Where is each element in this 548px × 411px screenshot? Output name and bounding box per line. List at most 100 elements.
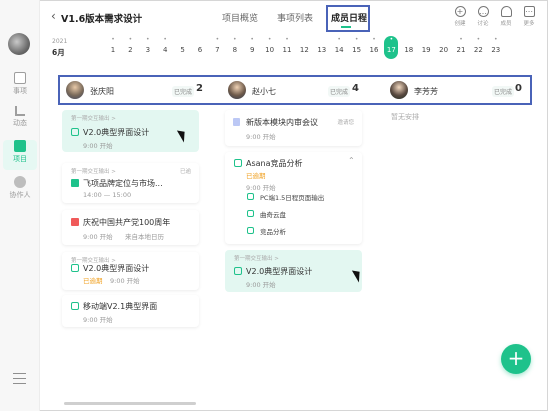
sidebar-item-collaborators[interactable]: 协作人: [3, 176, 37, 206]
year-label: 2021: [52, 38, 68, 45]
day-cell[interactable]: • 11: [280, 36, 294, 54]
day-cell[interactable]: • 22: [471, 36, 485, 54]
back-icon[interactable]: ‹: [51, 9, 56, 23]
add-task-fab[interactable]: +: [501, 344, 531, 374]
document-icon: [233, 118, 240, 126]
event-card[interactable]: 庆祝中国共产党100周年 9:00 开始 来自本地日历: [62, 210, 199, 245]
day-cell[interactable]: • 2: [123, 36, 137, 54]
task-card-with-subtasks[interactable]: Asana竞品分析 ⌃ 已逾期 9:00 开始 PC端1.5日程页面输出 曲奇云…: [225, 152, 362, 244]
day-cell[interactable]: • 16: [367, 36, 381, 54]
day-number: 23: [491, 46, 501, 54]
members-button[interactable]: 成员: [495, 6, 517, 27]
day-marker: [419, 36, 433, 44]
day-cell[interactable]: • 21: [454, 36, 468, 54]
more-button[interactable]: ⋯ 更多: [518, 6, 540, 27]
discuss-button[interactable]: … 讨论: [472, 6, 494, 27]
day-number: 6: [197, 46, 203, 54]
day-cell[interactable]: • 14: [332, 36, 346, 54]
task-time: 9:00 开始: [246, 184, 276, 192]
task-checkbox[interactable]: [234, 159, 242, 167]
sidebar-item-tasks[interactable]: 事项: [3, 72, 37, 102]
day-marker: •: [337, 36, 341, 43]
subtask-checkbox[interactable]: [247, 193, 254, 200]
tab-overview[interactable]: 项目概览: [222, 11, 258, 24]
day-number: 13: [317, 46, 327, 54]
day-cell[interactable]: • 1: [106, 36, 120, 54]
task-card[interactable]: 第一期交互输出 > 已逾 飞项品牌定位与市场... 14:00 — 15:00: [62, 163, 199, 203]
day-marker: [315, 36, 329, 44]
task-checkbox[interactable]: [71, 128, 79, 136]
members-label: 成员: [500, 21, 512, 27]
task-checkbox[interactable]: [234, 267, 242, 275]
parent-task-link[interactable]: 第一期交互输出 >: [234, 254, 279, 262]
more-label: 更多: [523, 21, 535, 27]
day-number: 14: [334, 46, 344, 54]
day-number: 19: [421, 46, 431, 54]
day-cell[interactable]: • 15: [350, 36, 364, 54]
day-number: 8: [232, 46, 238, 54]
day-cell[interactable]: 12: [297, 36, 311, 54]
collaborator-icon: [14, 176, 26, 188]
day-cell[interactable]: 19: [419, 36, 433, 54]
day-marker: [193, 36, 207, 44]
meeting-card[interactable]: 新版本模块内审会议 邀请您 9:00 开始: [225, 110, 362, 146]
create-button[interactable]: + 创建: [449, 6, 471, 27]
day-marker: •: [389, 36, 394, 43]
task-checkbox[interactable]: [71, 264, 79, 272]
member-li[interactable]: 李芳芳 已完成 0: [390, 81, 530, 101]
parent-task-link[interactable]: 第一期交互输出 >: [71, 114, 116, 122]
task-card[interactable]: 移动端V2.1典型界面 9:00 开始: [62, 295, 199, 327]
day-cell[interactable]: 18: [402, 36, 416, 54]
sidebar-item-label: 项目: [13, 155, 27, 163]
task-card[interactable]: 第一期交互输出 > V2.0典型界面设计 9:00 开始: [225, 250, 362, 292]
day-cell[interactable]: 6: [193, 36, 207, 54]
member-zhao[interactable]: 赵小七 已完成 4: [228, 81, 378, 101]
task-checkbox[interactable]: [71, 302, 79, 310]
menu-icon[interactable]: [13, 373, 26, 384]
task-title: 飞项品牌定位与市场...: [83, 179, 163, 188]
empty-schedule-note: 暂无安排: [391, 113, 419, 121]
day-cell[interactable]: • 3: [141, 36, 155, 54]
member-name: 赵小七: [252, 87, 276, 96]
subtask-label: 曲奇云盘: [260, 211, 286, 219]
day-marker: [176, 36, 190, 44]
day-cell[interactable]: • 9: [245, 36, 259, 54]
sidebar-item-activity[interactable]: 动态: [3, 106, 37, 136]
day-cell[interactable]: • 4: [158, 36, 172, 54]
day-marker: •: [372, 36, 376, 43]
horizontal-scrollbar[interactable]: [64, 402, 196, 405]
day-cell[interactable]: • 7: [210, 36, 224, 54]
day-today[interactable]: • 17: [384, 36, 399, 59]
create-label: 创建: [454, 21, 466, 27]
tab-task-list[interactable]: 事项列表: [277, 11, 313, 24]
task-time: 14:00 — 15:00: [83, 191, 132, 199]
day-marker: [297, 36, 311, 44]
user-avatar[interactable]: [8, 33, 30, 55]
task-time: 9:00 开始: [110, 277, 140, 285]
day-cell[interactable]: • 10: [263, 36, 277, 54]
day-number: 20: [439, 46, 449, 54]
day-marker: •: [163, 36, 167, 43]
member-name: 张庆阳: [90, 87, 114, 96]
subtask-checkbox[interactable]: [247, 210, 254, 217]
day-cell[interactable]: 5: [176, 36, 190, 54]
subtask-checkbox[interactable]: [247, 227, 254, 234]
task-card[interactable]: 第一期交互输出 > V2.0典型界面设计 已逾期 9:00 开始: [62, 252, 199, 290]
avatar: [390, 81, 408, 99]
meeting-title: 新版本模块内审会议: [246, 118, 318, 127]
chevron-up-icon[interactable]: ⌃: [348, 156, 355, 165]
sidebar-item-projects[interactable]: 项目: [3, 140, 37, 170]
day-cell[interactable]: • 8: [228, 36, 242, 54]
day-cell[interactable]: 13: [315, 36, 329, 54]
day-marker: •: [476, 36, 481, 43]
day-number: 21: [456, 46, 466, 54]
member-zhang[interactable]: 张庆阳 已完成 2: [66, 81, 206, 101]
month-label[interactable]: 6月: [52, 47, 65, 58]
task-time: 9:00 开始: [246, 281, 276, 289]
day-number: 12: [299, 46, 309, 54]
parent-task-link[interactable]: 第一期交互输出 >: [71, 167, 116, 175]
day-cell[interactable]: 20: [437, 36, 451, 54]
avatar: [228, 81, 246, 99]
day-cell[interactable]: • 23: [489, 36, 503, 54]
overdue-badge: 已逾期: [246, 172, 266, 180]
